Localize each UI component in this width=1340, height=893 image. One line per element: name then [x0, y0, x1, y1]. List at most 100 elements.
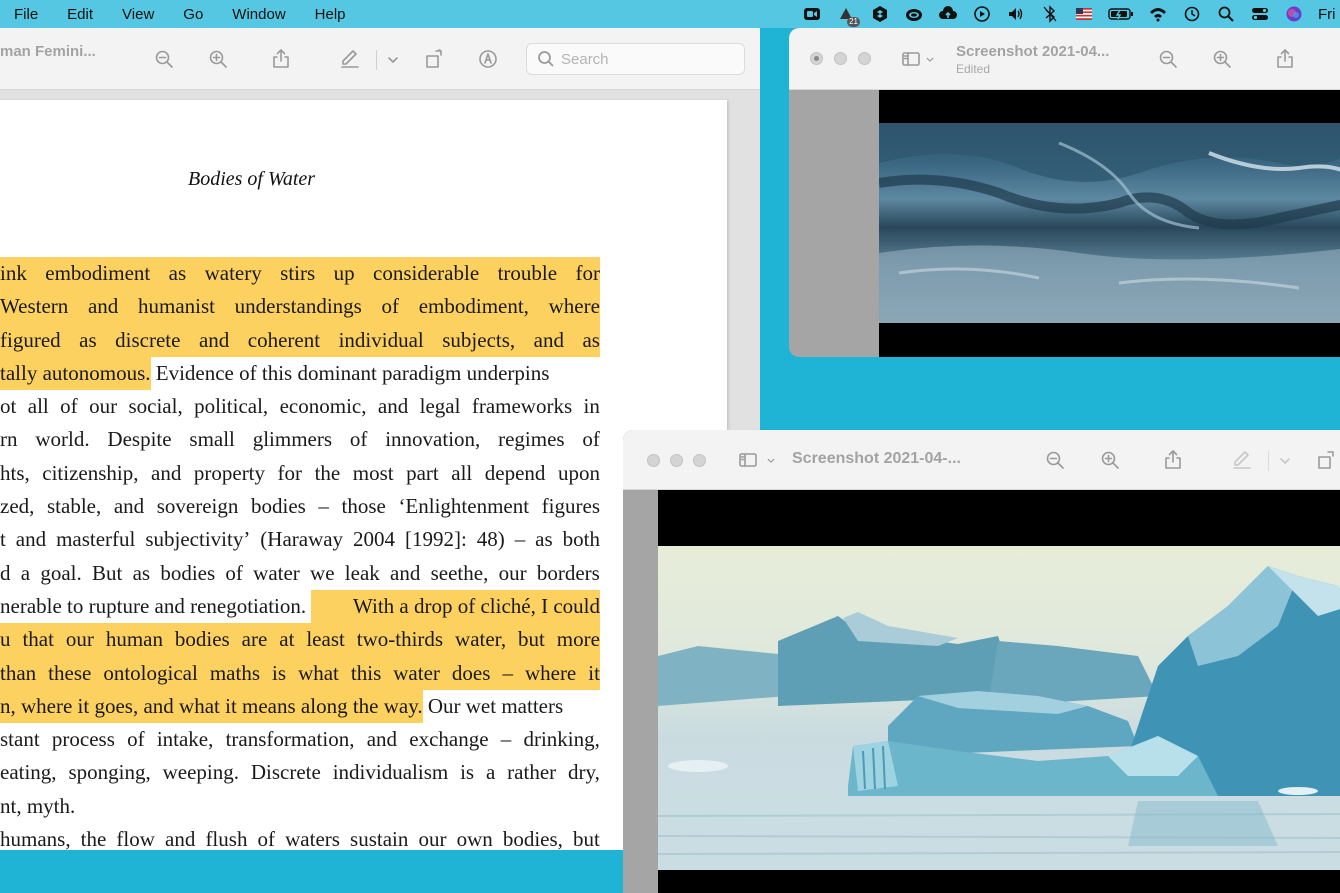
text-word: rn	[0, 427, 18, 452]
text-word: our	[418, 827, 447, 850]
menu-window[interactable]: Window	[232, 6, 285, 23]
text-word: bodies,	[502, 827, 563, 850]
menu-view[interactable]: View	[122, 6, 154, 23]
zoom-out-icon	[1046, 451, 1064, 469]
fullscreen-button[interactable]	[858, 52, 871, 65]
sidebar-toggle-button[interactable]	[899, 47, 923, 71]
spotlight-icon[interactable]	[1216, 5, 1236, 23]
wifi-icon[interactable]	[1148, 5, 1168, 23]
plain-text: Our wet matters	[422, 693, 564, 718]
text-line: d a goal. But as bodies of water we leak and seethe…	[0, 557, 600, 590]
cloud-upload-icon[interactable]	[938, 5, 958, 23]
clock-text[interactable]: Fri	[1318, 6, 1340, 23]
sidebar-dropdown[interactable]	[923, 47, 937, 71]
dropbox-icon[interactable]	[870, 5, 890, 23]
creative-cloud-icon[interactable]	[904, 5, 924, 23]
text-word: watery	[204, 257, 262, 291]
zoom-in-icon	[209, 50, 227, 68]
sidebar-toggle-button[interactable]	[736, 448, 760, 472]
text-word: of	[349, 427, 368, 452]
text-word: ink	[0, 257, 27, 291]
zoom-out-button[interactable]	[1156, 47, 1180, 71]
share-button[interactable]	[269, 47, 293, 71]
text-word: most	[352, 460, 394, 485]
close-button[interactable]	[810, 52, 823, 65]
text-word: humanist	[137, 290, 215, 324]
text-word: where	[548, 290, 600, 324]
text-line: figured as discrete and coherent individual su…	[0, 323, 600, 357]
text-word: u	[0, 623, 11, 657]
text-word: seethe,	[430, 560, 489, 585]
text-word: property	[193, 460, 266, 485]
close-button[interactable]	[647, 454, 660, 467]
text-line: ot all of our social, political, economic, and l…	[0, 390, 600, 423]
text-word: embodiment,	[418, 290, 529, 324]
zoom-icon[interactable]	[802, 5, 822, 23]
volume-icon[interactable]	[1006, 5, 1026, 23]
body-text: ink embodiment as watery stirs up considerable…	[0, 257, 600, 850]
annotate-button[interactable]	[476, 47, 500, 71]
minimize-button[interactable]	[670, 454, 683, 467]
text-word: considerable	[373, 257, 480, 291]
text-word: Despite	[107, 427, 172, 452]
search-field[interactable]	[526, 43, 745, 75]
us-flag-icon[interactable]	[1074, 5, 1094, 23]
text-word: But	[91, 560, 123, 585]
zoom-out-button[interactable]	[152, 47, 176, 71]
text-word: it	[588, 656, 600, 690]
share-button[interactable]	[1273, 47, 1297, 71]
search-input[interactable]	[561, 50, 731, 68]
window-title: Screenshot 2021-04...	[956, 43, 1110, 60]
markup-dropdown[interactable]	[381, 47, 405, 71]
markup-button[interactable]	[338, 47, 362, 71]
text-word: the	[314, 460, 341, 485]
time-machine-icon[interactable]	[1182, 5, 1202, 23]
text-word: exchange	[409, 727, 489, 752]
menu-file[interactable]: File	[14, 6, 38, 23]
minimize-button[interactable]	[834, 52, 847, 65]
app-badge-icon[interactable]: 21	[836, 5, 860, 27]
text-line: rn world. Despite small glimmers of innovation…	[0, 423, 600, 456]
text-word: we	[310, 560, 335, 585]
play-icon[interactable]	[972, 5, 992, 23]
markup-dropdown[interactable]	[1273, 448, 1297, 472]
text-word: is	[272, 656, 287, 690]
text-word: bodies	[160, 560, 216, 585]
text-line: t and masterful subjectivity’ (Haraway 2004 [1…	[0, 523, 600, 556]
text-word: and	[87, 290, 119, 324]
text-word: humans,	[0, 827, 71, 850]
share-button[interactable]	[1161, 448, 1185, 472]
zoom-out-button[interactable]	[1043, 448, 1067, 472]
sidebar-dropdown[interactable]	[764, 448, 778, 472]
menu-go[interactable]: Go	[183, 6, 203, 23]
text-word: a	[485, 760, 496, 785]
text-word: as	[535, 527, 553, 552]
battery-icon[interactable]	[1108, 5, 1134, 23]
text-word: of	[60, 394, 78, 419]
siri-icon[interactable]	[1284, 5, 1304, 23]
text-word: of	[127, 727, 145, 752]
text-word: –	[502, 656, 513, 690]
zoom-in-button[interactable]	[206, 47, 230, 71]
text-word: (Haraway	[260, 527, 344, 552]
zoom-in-button[interactable]	[1098, 448, 1122, 472]
menu-edit[interactable]: Edit	[67, 6, 93, 23]
text-word: what	[298, 656, 339, 690]
text-word: in	[583, 394, 600, 419]
zoom-in-button[interactable]	[1210, 47, 1234, 71]
bluetooth-icon[interactable]	[1040, 5, 1060, 23]
text-word: the	[80, 827, 107, 850]
text-word: –	[318, 494, 329, 519]
fullscreen-button[interactable]	[693, 454, 706, 467]
rotate-button[interactable]	[1314, 448, 1338, 472]
share-icon	[1277, 49, 1293, 68]
control-center-icon[interactable]	[1250, 5, 1270, 23]
menu-help[interactable]: Help	[315, 6, 346, 23]
rotate-button[interactable]	[422, 47, 446, 71]
text-word: but	[518, 623, 545, 657]
text-word: Western	[0, 290, 69, 324]
text-word: ot	[0, 394, 17, 419]
text-word: at	[279, 623, 295, 657]
text-word: figures	[541, 494, 600, 519]
markup-button[interactable]	[1230, 448, 1254, 472]
